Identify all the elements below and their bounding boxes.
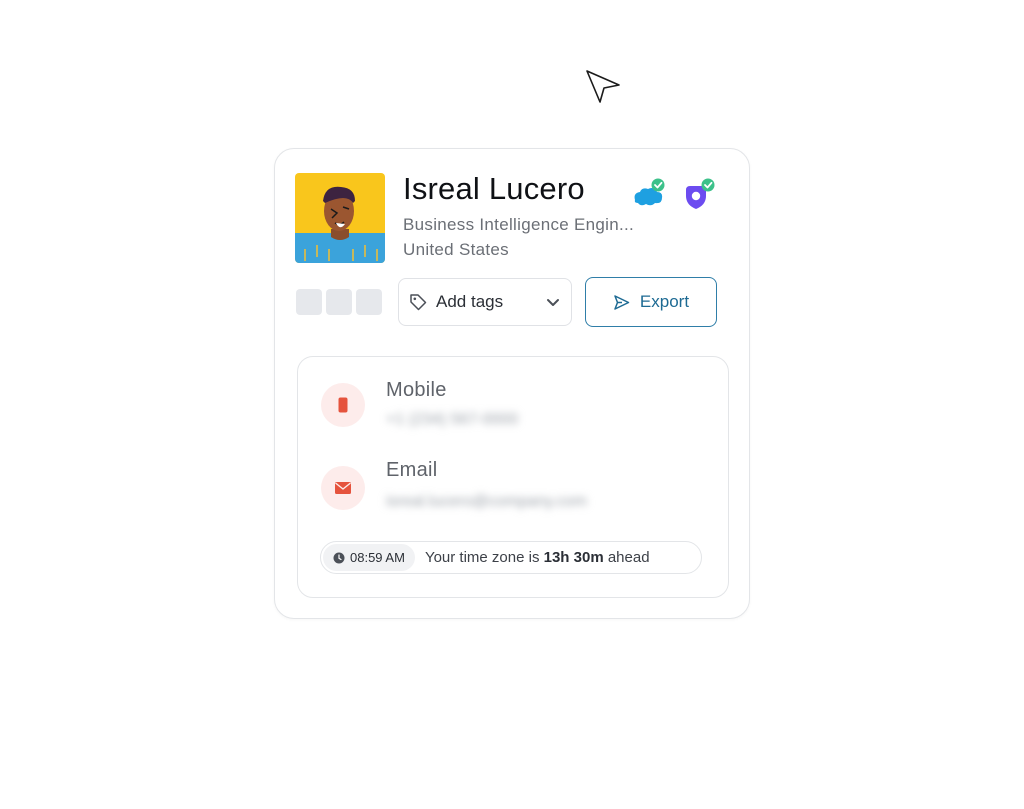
tag-icon [410,294,427,311]
contact-name: Isreal Lucero [403,171,585,206]
email-icon-badge [321,466,365,510]
export-label: Export [639,292,690,311]
mobile-value[interactable]: +1 (234) 567-0000 [386,411,518,429]
add-tags-dropdown[interactable]: Add tags [398,278,572,326]
timezone-info: 08:59 AM Your time zone is 13h 30m ahead [320,541,702,574]
email-value[interactable]: isreal.lucero@company.com [386,493,587,511]
timezone-difference: Your time zone is 13h 30m ahead [424,549,650,566]
loading-placeholder [356,289,382,315]
envelope-icon [335,482,351,494]
mobile-label: Mobile [386,379,447,401]
local-time: 08:59 AM [350,550,405,565]
send-icon [614,294,630,310]
shield-icon [686,178,715,209]
chevron-down-icon [547,299,559,306]
mobile-icon-badge [321,383,365,427]
mouse-pointer-icon [586,70,620,103]
local-time-chip: 08:59 AM [323,544,415,571]
loading-placeholder [326,289,352,315]
clock-icon [333,552,345,563]
contact-location: United States [403,240,509,259]
salesforce-integration-badge[interactable] [629,177,667,215]
contact-card: Isreal Lucero Business Intelligence Engi… [274,148,750,619]
salesforce-cloud-icon [634,178,665,206]
avatar [295,173,385,263]
shield-integration-badge[interactable] [679,177,717,215]
contact-job-title: Business Intelligence Engin... [403,215,635,234]
contact-details-panel: Mobile +1 (234) 567-0000 Email isreal.lu… [297,356,729,598]
export-button[interactable]: Export [585,277,717,327]
add-tags-label: Add tags [436,292,504,311]
loading-placeholder [296,289,322,315]
email-label: Email [386,459,438,481]
mobile-phone-icon [338,397,348,413]
